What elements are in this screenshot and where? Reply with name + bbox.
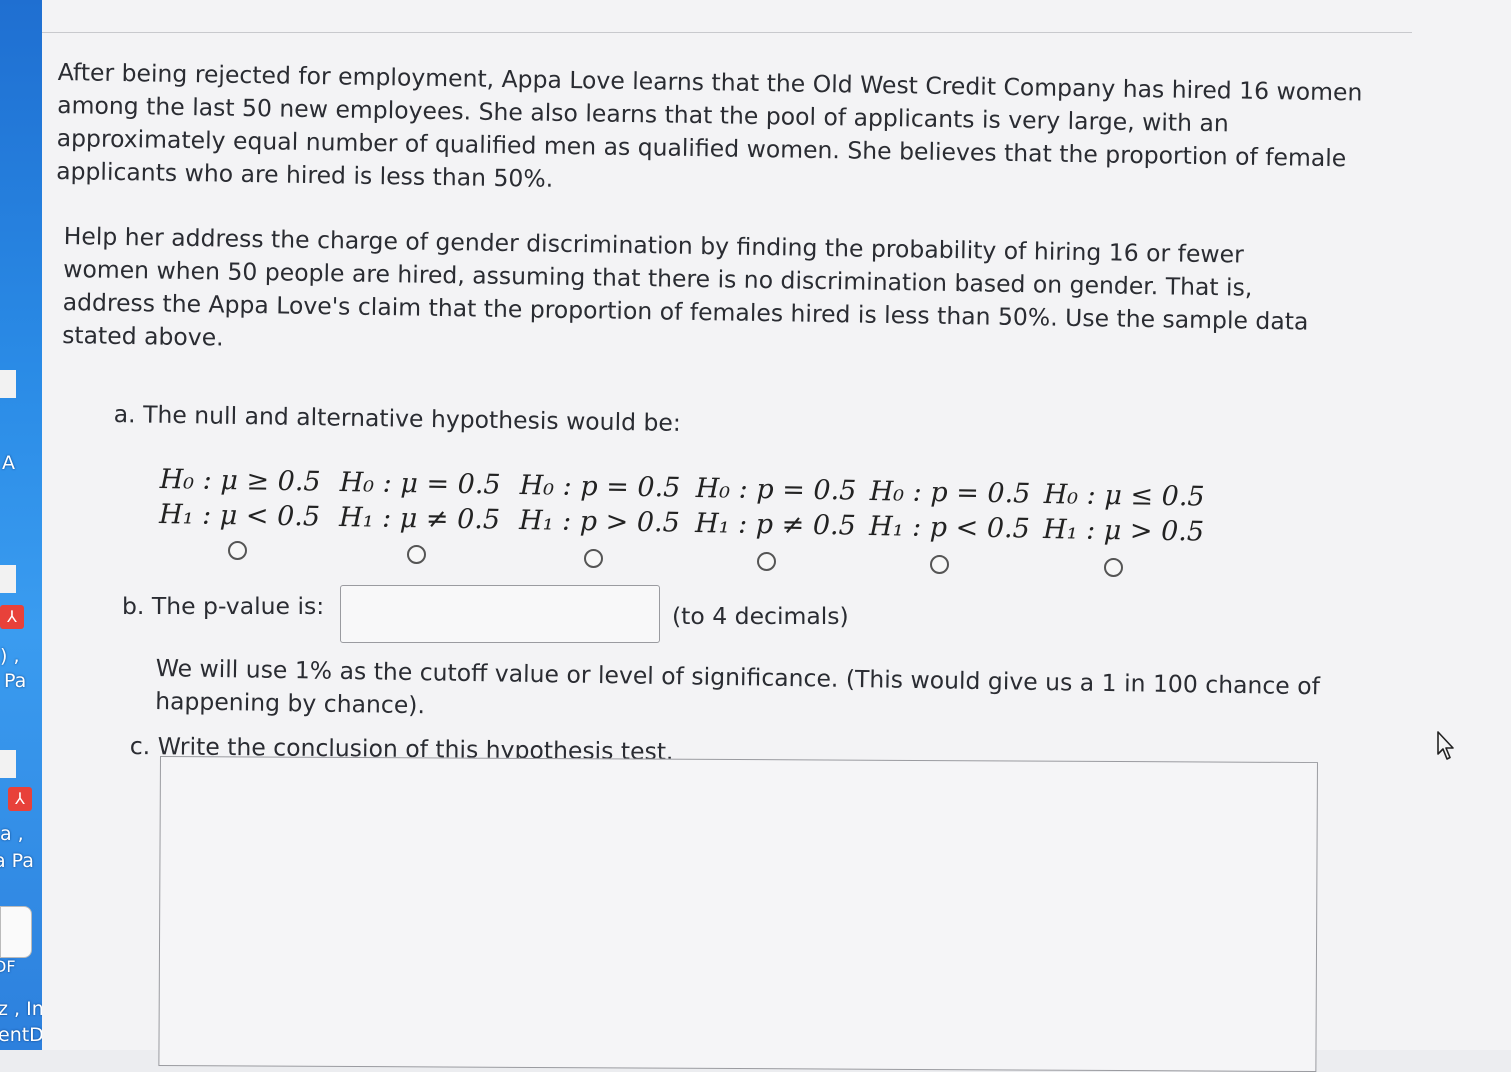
desktop-label: Pa xyxy=(4,670,27,692)
desktop-background: A ⅄ ) , Pa ⅄ a , a Pa DF z , In entD xyxy=(0,0,42,1050)
h1-text: H₁ : μ > 0.5 xyxy=(1042,513,1205,548)
h0-text: H₀ : p = 0.5 xyxy=(869,475,1031,510)
conclusion-textarea[interactable] xyxy=(158,756,1318,1072)
hypothesis-option-4: H₀ : p = 0.5 H₁ : p ≠ 0.5 xyxy=(695,471,857,544)
hypothesis-option-2: H₀ : μ = 0.5 H₁ : μ ≠ 0.5 xyxy=(339,465,501,538)
hypothesis-radio-2[interactable] xyxy=(407,545,426,564)
part-b-hint: (to 4 decimals) xyxy=(672,602,849,630)
hypothesis-radio-3[interactable] xyxy=(584,549,603,568)
divider xyxy=(42,32,1412,33)
h1-text: H₁ : p ≠ 0.5 xyxy=(694,507,857,542)
desktop-label: entD xyxy=(0,1024,42,1046)
question-page: After being rejected for employment, App… xyxy=(42,0,1511,1072)
h1-text: H₁ : p > 0.5 xyxy=(518,504,681,539)
hypothesis-radio-1[interactable] xyxy=(228,541,247,560)
h1-text: H₁ : p < 0.5 xyxy=(868,510,1031,545)
h0-text: H₀ : μ ≥ 0.5 xyxy=(159,463,321,498)
pvalue-input[interactable] xyxy=(340,585,660,643)
h0-text: H₀ : p = 0.5 xyxy=(695,472,857,507)
question-intro: After being rejected for employment, App… xyxy=(55,57,1363,193)
significance-note: We will use 1% as the cutoff value or le… xyxy=(155,653,1321,720)
part-b-label: b. The p-value is: xyxy=(122,592,325,620)
hypothesis-radio-5[interactable] xyxy=(930,555,949,574)
desktop-label: ) , xyxy=(0,645,20,667)
pdf-icon[interactable]: ⅄ xyxy=(8,787,32,811)
part-a-label: a. The null and alternative hypothesis w… xyxy=(113,399,681,437)
desktop-label: a , xyxy=(0,823,24,845)
desktop-icon-block xyxy=(0,565,16,593)
hypothesis-option-1: H₀ : μ ≥ 0.5 H₁ : μ < 0.5 xyxy=(159,462,321,535)
hypothesis-radio-6[interactable] xyxy=(1104,558,1123,577)
h1-text: H₁ : μ < 0.5 xyxy=(158,498,321,533)
h0-text: H₀ : μ = 0.5 xyxy=(339,466,501,501)
mouse-pointer-icon xyxy=(1437,731,1454,760)
h1-text: H₁ : μ ≠ 0.5 xyxy=(338,501,501,536)
question-task: Help her address the charge of gender di… xyxy=(61,221,1309,352)
desktop-label: A xyxy=(2,452,15,474)
h0-text: H₀ : μ ≤ 0.5 xyxy=(1043,478,1205,513)
h0-text: H₀ : p = 0.5 xyxy=(519,469,681,504)
hypothesis-option-5: H₀ : p = 0.5 H₁ : p < 0.5 xyxy=(869,474,1031,547)
desktop-label: DF xyxy=(0,957,16,976)
hypothesis-option-3: H₀ : p = 0.5 H₁ : p > 0.5 xyxy=(519,468,681,541)
desktop-label: a Pa xyxy=(0,850,34,872)
pdf-file-icon[interactable] xyxy=(0,906,32,958)
hypothesis-radio-4[interactable] xyxy=(757,552,776,571)
hypothesis-option-6: H₀ : μ ≤ 0.5 H₁ : μ > 0.5 xyxy=(1043,477,1205,550)
desktop-icon-block xyxy=(0,750,16,778)
desktop-label: z , In xyxy=(0,998,42,1020)
desktop-icon-block xyxy=(0,370,16,398)
pdf-icon[interactable]: ⅄ xyxy=(0,605,24,629)
